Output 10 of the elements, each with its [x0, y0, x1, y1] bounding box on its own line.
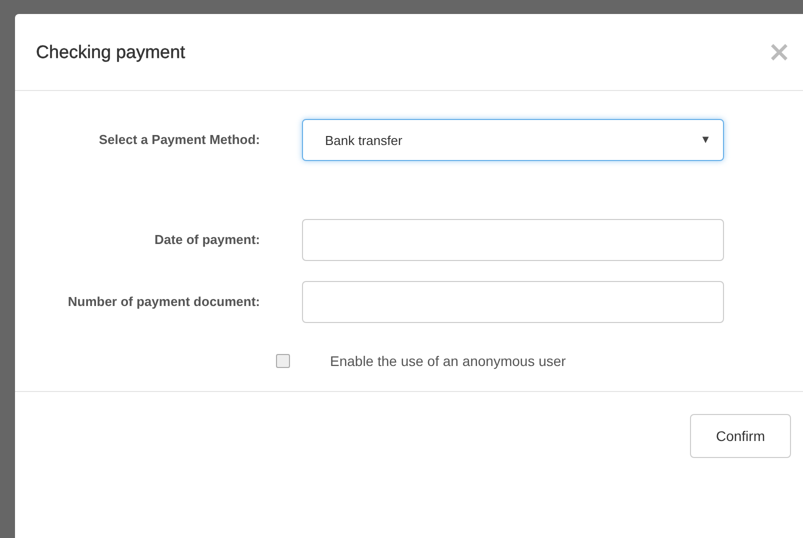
dialog-title: Checking payment: [36, 42, 186, 62]
field-label: Date of payment:: [154, 231, 260, 249]
field-label: Number of payment document:: [66, 293, 260, 311]
checkbox[interactable]: [276, 354, 290, 368]
checkbox-label: Enable the use of an anonymous user: [330, 353, 566, 369]
payment-method-dropdown[interactable]: Bank transfer ▼: [302, 119, 724, 161]
confirm-button[interactable]: Confirm: [690, 414, 791, 458]
field-label: Select a Payment Method:: [98, 131, 260, 149]
input-field[interactable]: [302, 281, 724, 323]
input-field[interactable]: [302, 219, 724, 261]
